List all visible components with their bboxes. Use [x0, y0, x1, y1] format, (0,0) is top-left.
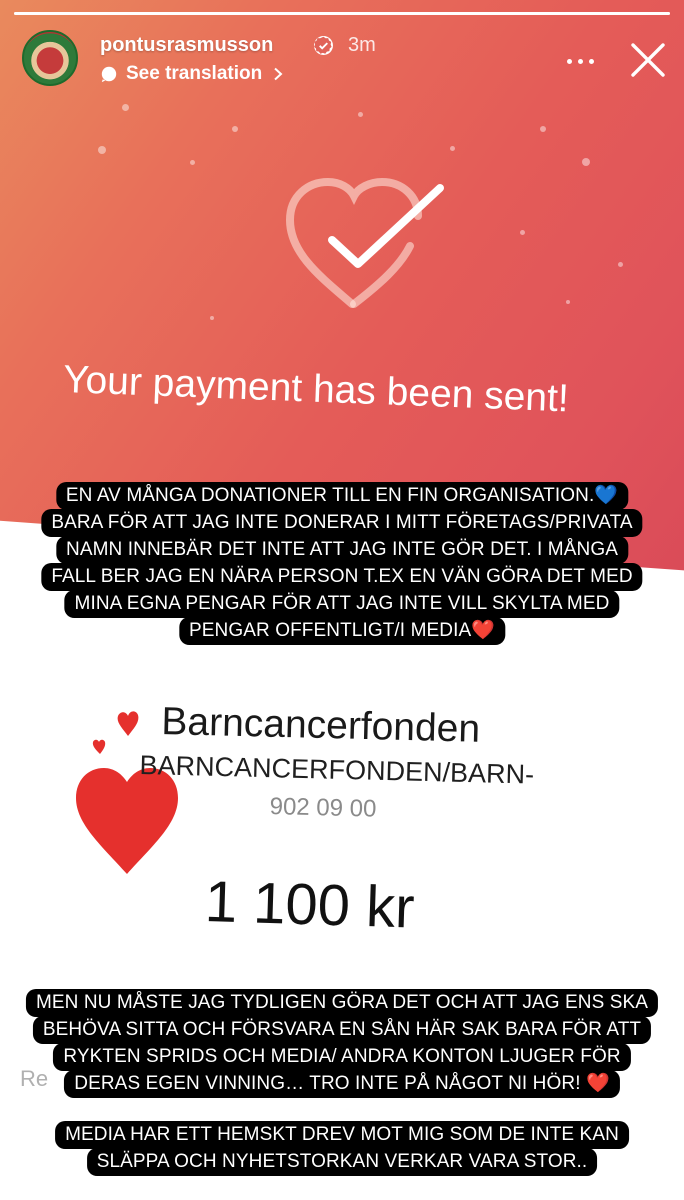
story-viewer[interactable]: pontusrasmusson 3m See translation Your … — [0, 0, 684, 1200]
recipient-name: Barncancerfonden — [160, 700, 481, 751]
verified-badge-icon — [314, 36, 333, 55]
more-dots-icon — [566, 58, 572, 64]
close-icon — [631, 43, 665, 77]
caption-line: BARA FÖR ATT JAG INTE DONERAR I MITT FÖR… — [41, 509, 643, 537]
caption-top: EN AV MÅNGA DONATIONER TILL EN FIN ORGAN… — [41, 482, 643, 645]
caption-line: BEHÖVA SITTA OCH FÖRSVARA EN SÅN HÄR SAK… — [32, 1016, 652, 1044]
username[interactable]: pontusrasmusson — [100, 34, 273, 57]
caption-line: SLÄPPA OCH NYHETSTORKAN VERKAR VARA STOR… — [86, 1148, 598, 1176]
caption-line: DERAS EGEN VINNING… TRO INTE PÅ NÅGOT NI… — [64, 1070, 620, 1098]
chevron-right-icon — [274, 67, 283, 81]
caption-line: MINA EGNA PENGAR FÖR ATT JAG INTE VILL S… — [64, 590, 620, 618]
close-button[interactable] — [628, 40, 668, 80]
story-header: pontusrasmusson 3m See translation — [22, 30, 672, 90]
post-time: 3m — [348, 34, 376, 56]
story-progress-bar — [14, 12, 670, 15]
avatar[interactable] — [22, 30, 78, 86]
caption-bottom: MEDIA HAR ETT HEMSKT DREV MOT MIG SOM DE… — [55, 1121, 629, 1176]
see-translation-button[interactable]: See translation — [100, 62, 284, 86]
caption-line: PENGAR OFFENTLIGT/I MEDIA❤️ — [178, 617, 506, 645]
heart-check-icon — [285, 177, 444, 308]
caption-line: EN AV MÅNGA DONATIONER TILL EN FIN ORGAN… — [55, 482, 629, 510]
more-options-button[interactable] — [560, 46, 600, 76]
caption-line: RYKTEN SPRIDS OCH MEDIA/ ANDRA KONTON LJ… — [53, 1043, 631, 1071]
caption-line: MEN NU MÅSTE JAG TYDLIGEN GÖRA DET OCH A… — [25, 989, 659, 1017]
payment-amount: 1 100 kr — [203, 868, 416, 941]
story-progress-fill — [14, 12, 670, 15]
caption-line: MEDIA HAR ETT HEMSKT DREV MOT MIG SOM DE… — [55, 1121, 629, 1149]
recipient-subtitle: BARNCANCERFONDEN/BARN- — [139, 750, 535, 790]
caption-middle: MEN NU MÅSTE JAG TYDLIGEN GÖRA DET OCH A… — [25, 989, 659, 1098]
translate-bubble-icon — [101, 66, 117, 83]
caption-line: FALL BER JAG EN NÄRA PERSON T.EX EN VÄN … — [41, 563, 643, 591]
caption-line: NAMN INNEBÄR DET INTE ATT JAG INTE GÖR D… — [56, 536, 628, 564]
see-translation-label: See translation — [126, 63, 263, 84]
recipient-number: 902 09 00 — [269, 793, 377, 823]
